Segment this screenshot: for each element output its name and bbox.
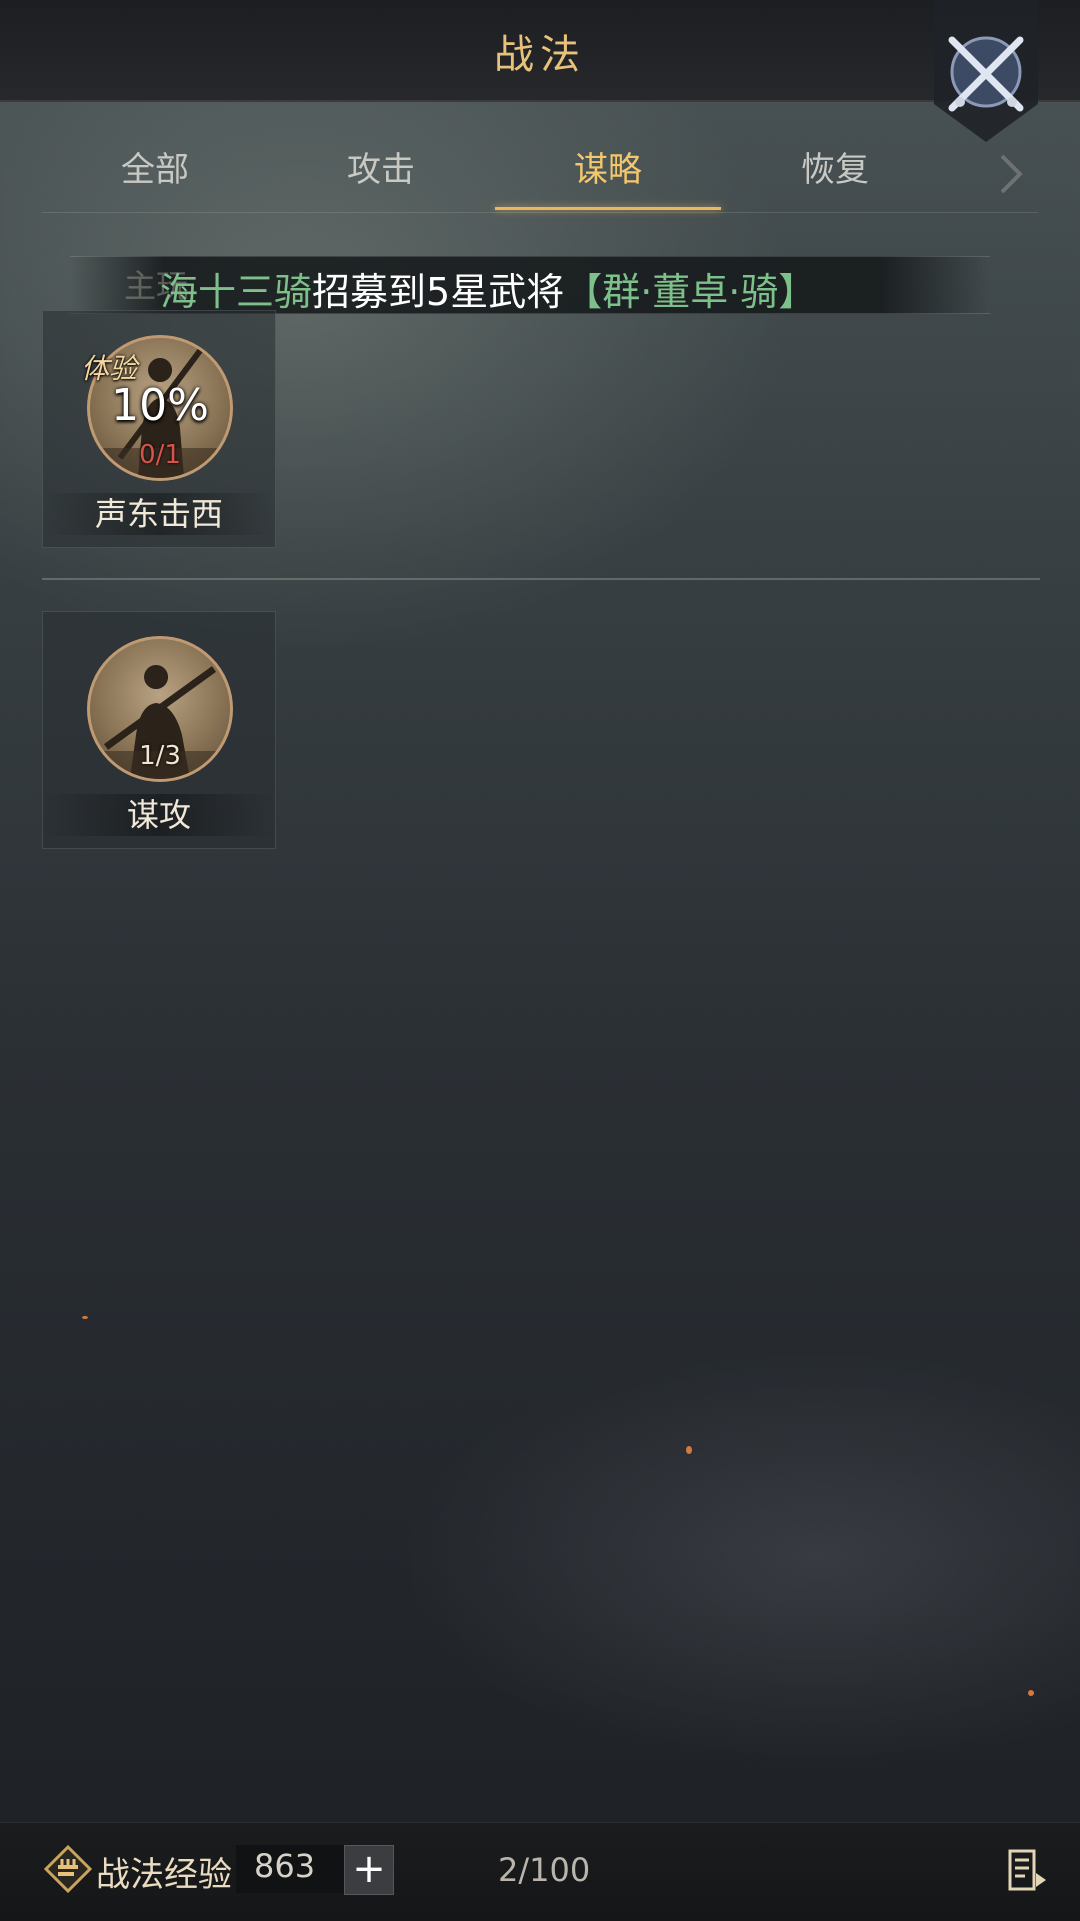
skill-name: 谋攻 (43, 794, 275, 836)
skill-name: 声东击西 (43, 493, 275, 535)
skill-portrait: 1/3 (87, 636, 233, 782)
exp-scroll-icon (43, 1844, 93, 1894)
trial-percent: 10% (111, 380, 209, 431)
tab-divider (42, 212, 1038, 213)
chevron-right-icon (1000, 154, 1023, 194)
exp-label: 战法经验 (96, 1855, 232, 1895)
tab-label: 全部 (121, 150, 189, 190)
tab-all[interactable]: 全部 (42, 140, 268, 210)
banner-middle-text: 招募到5星武将 (312, 270, 565, 314)
close-button[interactable] (934, 0, 1038, 142)
trial-tag: 体验 (81, 352, 138, 385)
skill-card[interactable]: 1/3 谋攻 (42, 611, 276, 849)
ember-particle (1028, 1690, 1034, 1696)
skill-count: 1/3 (139, 741, 181, 771)
tab-strategy[interactable]: 谋略 (495, 140, 721, 210)
skill-capacity: 2/100 (498, 1851, 591, 1889)
add-exp-button[interactable]: + (344, 1845, 394, 1895)
page-title: 战法 (494, 32, 586, 78)
top-bar: 战法 (0, 0, 1080, 102)
banner-text: 海十三骑招募到5星武将【群·董卓·骑】 (160, 261, 816, 316)
bottom-bar: 战法经验 863 + 2/100 (0, 1822, 1080, 1921)
tab-bar: 全部 攻击 谋略 恢复 (42, 140, 1038, 210)
list-button[interactable] (1004, 1847, 1050, 1893)
tab-label: 恢复 (801, 150, 869, 190)
exp-value: 863 (254, 1847, 316, 1885)
ember-particle (82, 1316, 88, 1319)
section-divider (42, 578, 1040, 580)
announcement-banner: 主玩 海十三骑招募到5星武将【群·董卓·骑】 (70, 256, 990, 314)
banner-player-name: 海十三骑 (160, 270, 313, 314)
tab-attack[interactable]: 攻击 (268, 140, 494, 210)
tabs-scroll-right-button[interactable] (996, 152, 1026, 196)
ember-particle (686, 1446, 692, 1454)
tab-label: 谋略 (574, 150, 642, 190)
skill-count: 0/1 (139, 440, 181, 470)
crossed-swords-icon (934, 0, 1038, 142)
tab-recovery[interactable]: 恢复 (722, 140, 948, 210)
active-tab-underline (495, 207, 721, 210)
tab-label: 攻击 (347, 150, 415, 190)
banner-general-name: 【群·董卓·骑】 (564, 270, 817, 314)
list-icon (1008, 1849, 1046, 1891)
skill-card[interactable]: 10% 0/1 体验 声东击西 (42, 310, 276, 548)
